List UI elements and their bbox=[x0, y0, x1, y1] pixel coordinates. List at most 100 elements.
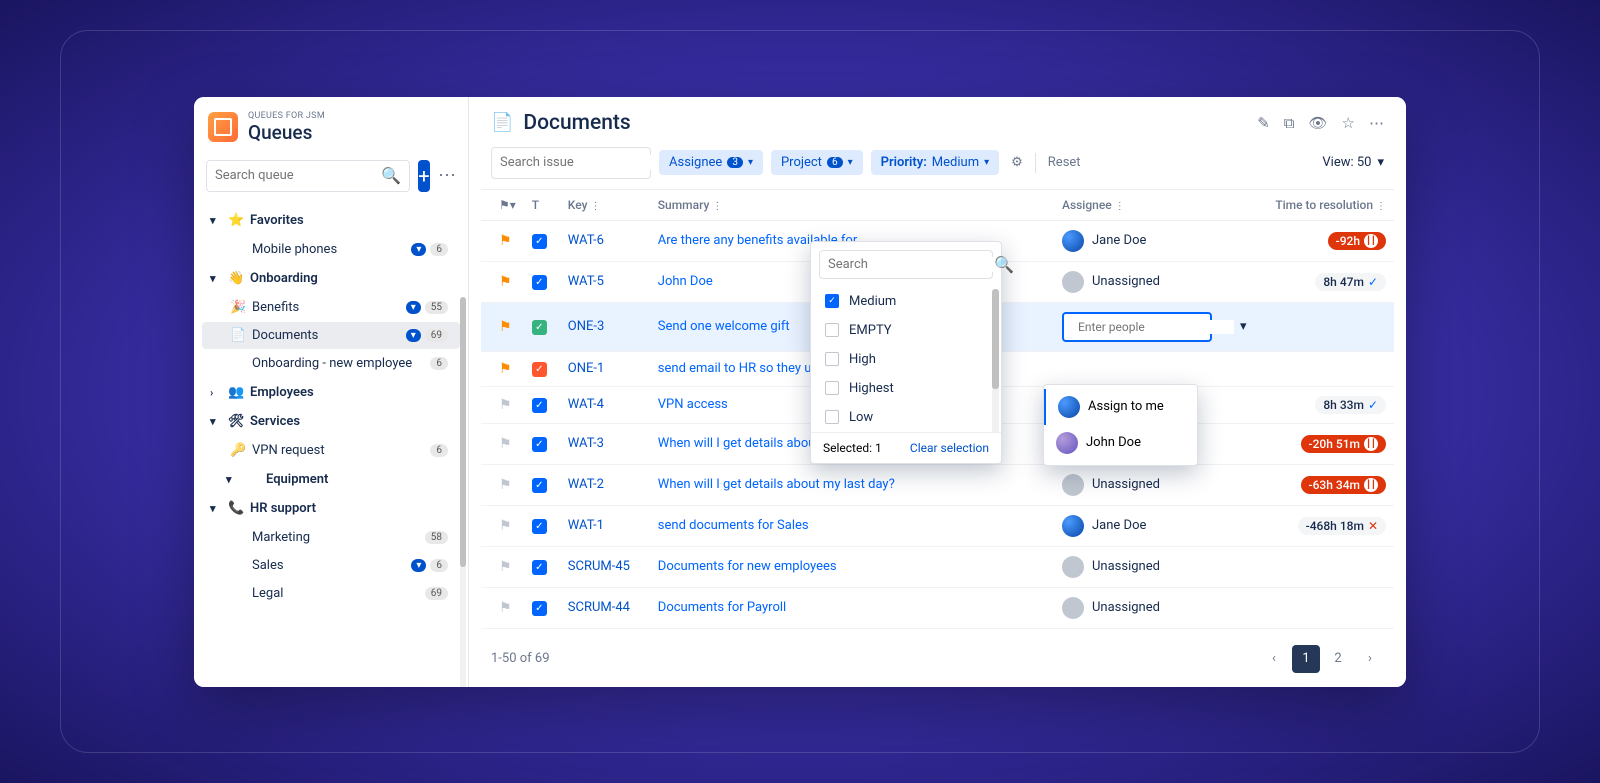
sla-badge: -468h 18m ✕ bbox=[1298, 517, 1386, 535]
issue-summary[interactable]: Send one welcome gift bbox=[658, 319, 790, 334]
assignee-cell[interactable]: Jane Doe bbox=[1062, 230, 1246, 252]
watch-icon[interactable]: 👁 bbox=[1309, 114, 1328, 132]
sidebar-more-button[interactable]: ⋯ bbox=[438, 164, 456, 188]
priority-scrollbar[interactable] bbox=[992, 289, 999, 432]
flag-icon[interactable]: ⚑ bbox=[499, 397, 512, 413]
nav-item[interactable]: 🎉Benefits▾55 bbox=[202, 294, 460, 321]
pager-next[interactable]: › bbox=[1356, 645, 1384, 673]
flag-icon[interactable]: ⚑ bbox=[499, 559, 512, 575]
priority-clear-selection[interactable]: Clear selection bbox=[910, 441, 989, 455]
pager-page-2[interactable]: 2 bbox=[1324, 645, 1352, 673]
issue-summary[interactable]: Documents for new employees bbox=[658, 559, 837, 574]
nav-group[interactable]: ▾👋Onboarding bbox=[198, 264, 464, 293]
document-icon: 📄 bbox=[491, 112, 513, 133]
chevron-down-icon: ▾ bbox=[984, 157, 989, 168]
issue-key[interactable]: SCRUM-45 bbox=[568, 559, 630, 574]
header-more-icon[interactable]: ⋯ bbox=[1369, 114, 1384, 132]
search-queue-input[interactable] bbox=[215, 168, 381, 183]
nav-item[interactable]: Mobile phones▾6 bbox=[202, 236, 460, 263]
copy-icon[interactable]: ⧉ bbox=[1284, 114, 1295, 132]
issue-type-icon: ✓ bbox=[532, 478, 547, 493]
priority-search[interactable]: 🔍 bbox=[819, 250, 993, 279]
assignee-popover: Assign to meJohn Doe bbox=[1043, 384, 1198, 466]
col-assignee[interactable]: Assignee ⋮ bbox=[1054, 189, 1254, 220]
issue-key[interactable]: ONE-1 bbox=[568, 361, 605, 376]
issue-type-icon: ✓ bbox=[532, 437, 547, 452]
col-flag[interactable]: ⚑▾ bbox=[481, 189, 524, 220]
pager-page-1[interactable]: 1 bbox=[1292, 645, 1320, 673]
priority-option[interactable]: Low bbox=[811, 403, 1001, 432]
issue-key[interactable]: WAT-3 bbox=[568, 436, 604, 451]
nav-group[interactable]: ▾Equipment bbox=[198, 465, 464, 494]
flag-icon[interactable]: ⚑ bbox=[499, 518, 512, 534]
reset-filters[interactable]: Reset bbox=[1044, 155, 1081, 170]
priority-option[interactable]: Highest bbox=[811, 374, 1001, 403]
filter-icon[interactable]: ⚙ bbox=[1007, 155, 1027, 170]
priority-option[interactable]: EMPTY bbox=[811, 316, 1001, 345]
assignee-cell[interactable]: Unassigned bbox=[1062, 597, 1246, 619]
main-panel: 📄 Documents ✎ ⧉ 👁 ☆ ⋯ 🔍 Assignee 3 ▾ bbox=[469, 97, 1406, 687]
issue-summary[interactable]: send documents for Sales bbox=[658, 518, 809, 533]
edit-icon[interactable]: ✎ bbox=[1257, 114, 1270, 132]
issue-search-input[interactable] bbox=[500, 155, 666, 170]
pager: ‹ 1 2 › bbox=[1260, 645, 1384, 673]
nav-item[interactable]: Marketing58 bbox=[202, 524, 460, 551]
issue-key[interactable]: SCRUM-44 bbox=[568, 600, 630, 615]
col-summary[interactable]: Summary ⋮ bbox=[650, 189, 1054, 220]
issue-key[interactable]: ONE-3 bbox=[568, 319, 605, 334]
issue-summary[interactable]: John Doe bbox=[658, 274, 713, 289]
filter-priority[interactable]: Priority: Medium ▾ bbox=[871, 150, 1000, 175]
table-row[interactable]: ⚑ ✓ SCRUM-44 Documents for Payroll Unass… bbox=[481, 587, 1394, 628]
flag-icon[interactable]: ⚑ bbox=[499, 600, 512, 616]
issue-summary[interactable]: Documents for Payroll bbox=[658, 600, 786, 615]
nav-group[interactable]: ▾🛠Services bbox=[198, 407, 464, 436]
sidebar-scrollbar[interactable] bbox=[460, 297, 466, 687]
priority-option[interactable]: ✓Medium bbox=[811, 287, 1001, 316]
assignee-option[interactable]: John Doe bbox=[1044, 425, 1197, 461]
nav-item[interactable]: Legal69 bbox=[202, 580, 460, 607]
col-ttr[interactable]: Time to resolution ⋮ bbox=[1254, 189, 1394, 220]
issue-key[interactable]: WAT-4 bbox=[568, 397, 604, 412]
assignee-cell[interactable]: Unassigned bbox=[1062, 271, 1246, 293]
nav-group[interactable]: ▾⭐Favorites bbox=[198, 206, 464, 235]
issue-key[interactable]: WAT-1 bbox=[568, 518, 604, 533]
flag-icon[interactable]: ⚑ bbox=[499, 477, 512, 493]
assignee-cell[interactable]: Jane Doe bbox=[1062, 515, 1246, 537]
assignee-cell[interactable]: Unassigned bbox=[1062, 556, 1246, 578]
table-row[interactable]: ⚑ ✓ WAT-1 send documents for Sales Jane … bbox=[481, 505, 1394, 546]
nav-group[interactable]: ▾📞HR support bbox=[198, 494, 464, 523]
priority-option[interactable]: High bbox=[811, 345, 1001, 374]
nav-item[interactable]: 📄Documents▾69 bbox=[202, 322, 460, 349]
filter-project[interactable]: Project 6 ▾ bbox=[771, 150, 863, 175]
assignee-picker[interactable]: ▾ bbox=[1062, 312, 1212, 342]
assignee-option[interactable]: Assign to me bbox=[1044, 389, 1197, 425]
star-icon[interactable]: ☆ bbox=[1342, 114, 1355, 132]
sla-badge: 8h 47m ✓ bbox=[1315, 273, 1386, 291]
nav-item[interactable]: 🔑VPN request6 bbox=[202, 437, 460, 464]
flag-icon[interactable]: ⚑ bbox=[499, 274, 512, 290]
nav-item[interactable]: Onboarding - new employee6 bbox=[202, 350, 460, 377]
assignee-cell[interactable]: Unassigned bbox=[1062, 474, 1246, 496]
issue-key[interactable]: WAT-5 bbox=[568, 274, 604, 289]
col-type[interactable]: T bbox=[524, 189, 560, 220]
issue-key[interactable]: WAT-6 bbox=[568, 233, 604, 248]
priority-search-input[interactable] bbox=[828, 257, 994, 272]
flag-icon[interactable]: ⚑ bbox=[499, 319, 512, 335]
issue-key[interactable]: WAT-2 bbox=[568, 477, 604, 492]
flag-icon[interactable]: ⚑ bbox=[499, 233, 512, 249]
search-queue[interactable]: 🔍 bbox=[206, 160, 410, 192]
issue-summary[interactable]: VPN access bbox=[658, 397, 728, 412]
nav-item[interactable]: Sales▾6 bbox=[202, 552, 460, 579]
view-selector[interactable]: View: 50 ▾ bbox=[1322, 155, 1384, 170]
pager-prev[interactable]: ‹ bbox=[1260, 645, 1288, 673]
flag-icon[interactable]: ⚑ bbox=[499, 436, 512, 452]
nav-group[interactable]: ›👥Employees bbox=[198, 378, 464, 407]
table-row[interactable]: ⚑ ✓ WAT-2 When will I get details about … bbox=[481, 464, 1394, 505]
col-key[interactable]: Key ⋮ bbox=[560, 189, 650, 220]
issue-summary[interactable]: When will I get details about my last da… bbox=[658, 477, 895, 492]
issue-search[interactable]: 🔍 bbox=[491, 147, 651, 179]
filter-assignee[interactable]: Assignee 3 ▾ bbox=[659, 150, 763, 175]
add-queue-button[interactable]: + bbox=[418, 160, 430, 192]
table-row[interactable]: ⚑ ✓ SCRUM-45 Documents for new employees… bbox=[481, 546, 1394, 587]
flag-icon[interactable]: ⚑ bbox=[499, 361, 512, 377]
